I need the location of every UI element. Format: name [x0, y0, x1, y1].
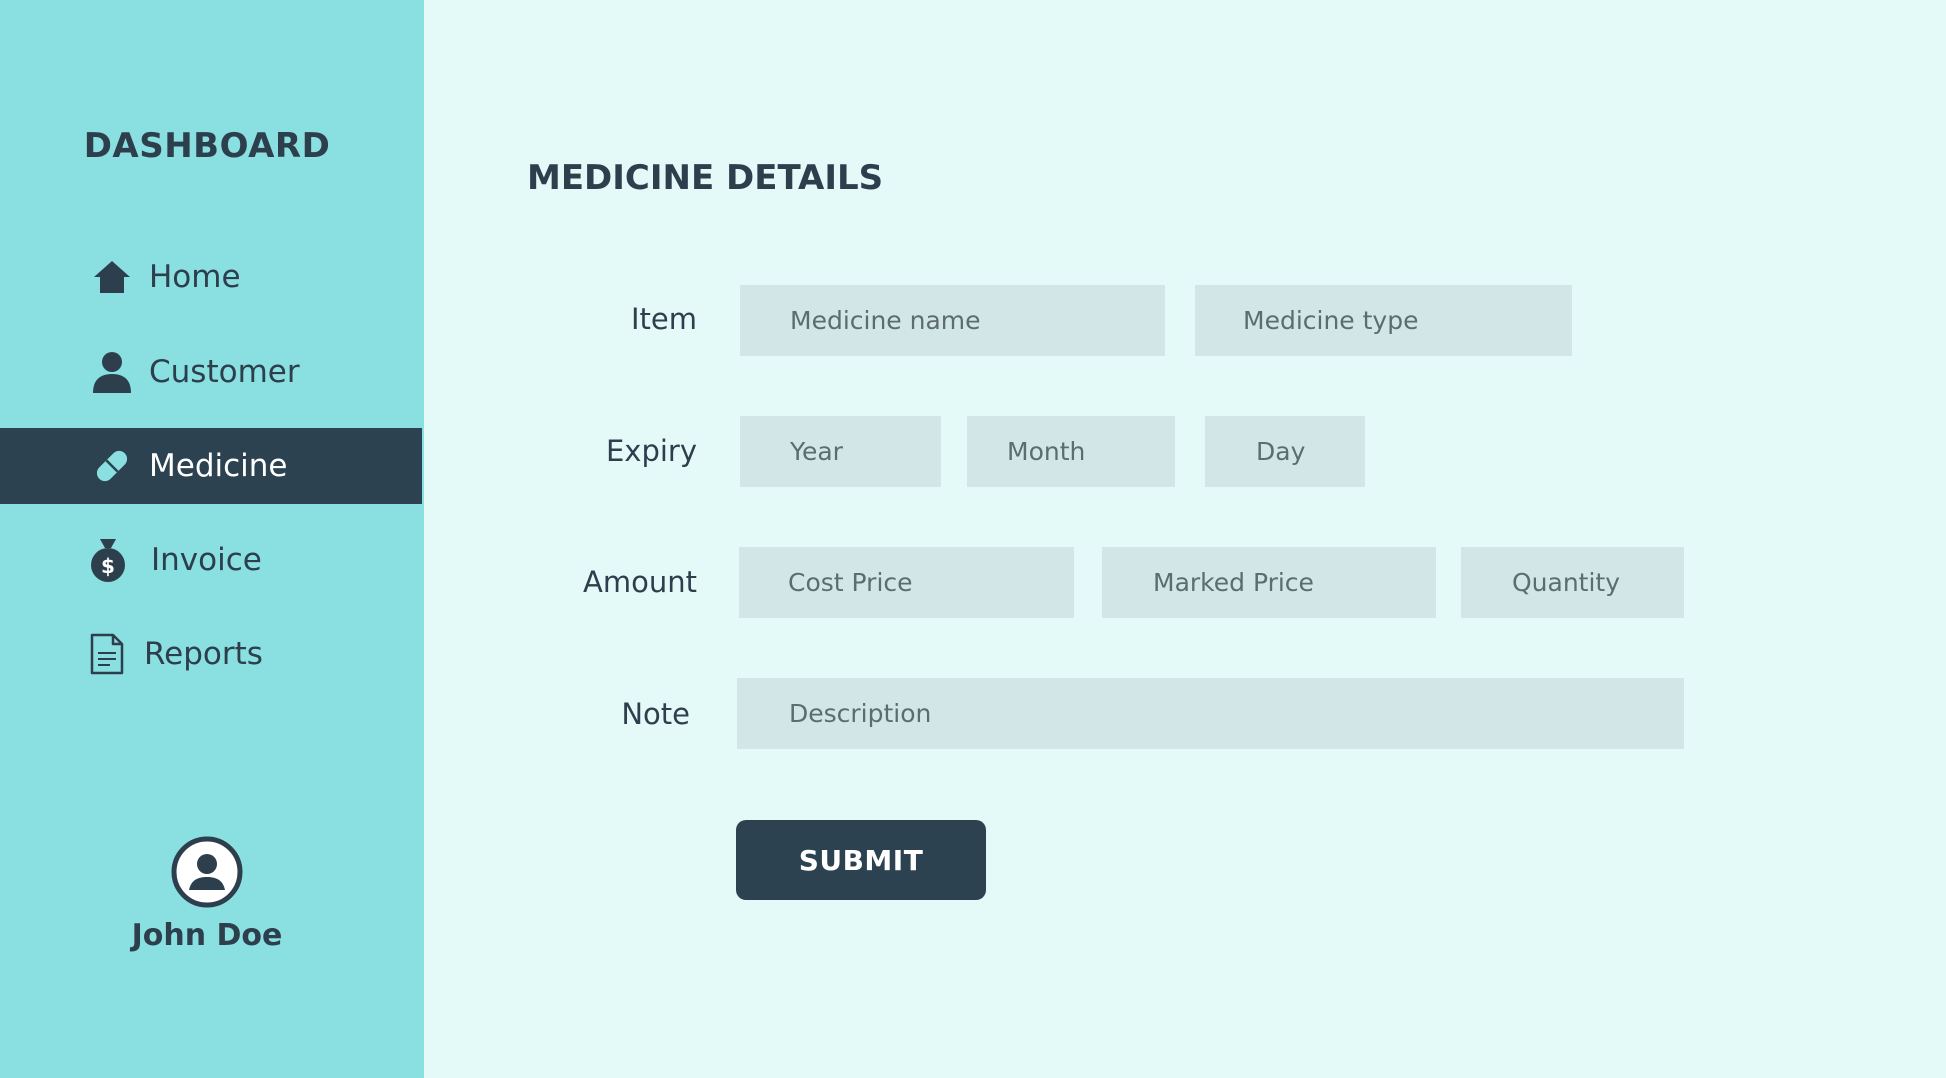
expiry-label: Expiry: [605, 434, 697, 468]
expiry-day-input[interactable]: [1205, 416, 1365, 487]
sidebar-item-label: Invoice: [151, 542, 262, 578]
document-icon: [85, 632, 129, 676]
sidebar-item-reports[interactable]: Reports: [0, 616, 422, 692]
sidebar-item-label: Medicine: [149, 448, 288, 484]
description-input[interactable]: [737, 678, 1684, 749]
dashboard-title: DASHBOARD: [83, 126, 331, 166]
submit-button[interactable]: SUBMIT: [736, 820, 986, 900]
amount-label: Amount: [583, 565, 697, 599]
app-window: DASHBOARD Home Customer Medicine $ Invoi…: [0, 0, 1946, 1078]
user-profile[interactable]: John Doe: [0, 836, 414, 953]
sidebar-item-customer[interactable]: Customer: [0, 334, 422, 410]
sidebar-item-invoice[interactable]: $ Invoice: [0, 522, 422, 598]
marked-price-input[interactable]: [1102, 547, 1436, 618]
sidebar-item-home[interactable]: Home: [0, 239, 422, 315]
home-icon: [90, 255, 134, 299]
sidebar-item-label: Reports: [144, 636, 263, 672]
sidebar-item-medicine[interactable]: Medicine: [0, 428, 422, 504]
sidebar: DASHBOARD Home Customer Medicine $ Invoi…: [0, 0, 424, 1078]
person-icon: [90, 350, 134, 394]
item-label: Item: [630, 302, 697, 336]
medicine-name-input[interactable]: [740, 285, 1165, 356]
pill-icon: [90, 444, 134, 488]
sidebar-item-label: Customer: [149, 354, 300, 390]
expiry-month-input[interactable]: [967, 416, 1175, 487]
expiry-year-input[interactable]: [740, 416, 941, 487]
user-name: John Doe: [131, 918, 283, 953]
medicine-type-input[interactable]: [1195, 285, 1572, 356]
user-avatar-icon: [171, 836, 243, 908]
quantity-input[interactable]: [1461, 547, 1684, 618]
money-bag-icon: $: [86, 538, 130, 582]
sidebar-item-label: Home: [149, 259, 241, 295]
page-title: MEDICINE DETAILS: [527, 158, 884, 198]
svg-text:$: $: [101, 554, 115, 578]
cost-price-input[interactable]: [739, 547, 1074, 618]
note-label: Note: [621, 697, 690, 731]
